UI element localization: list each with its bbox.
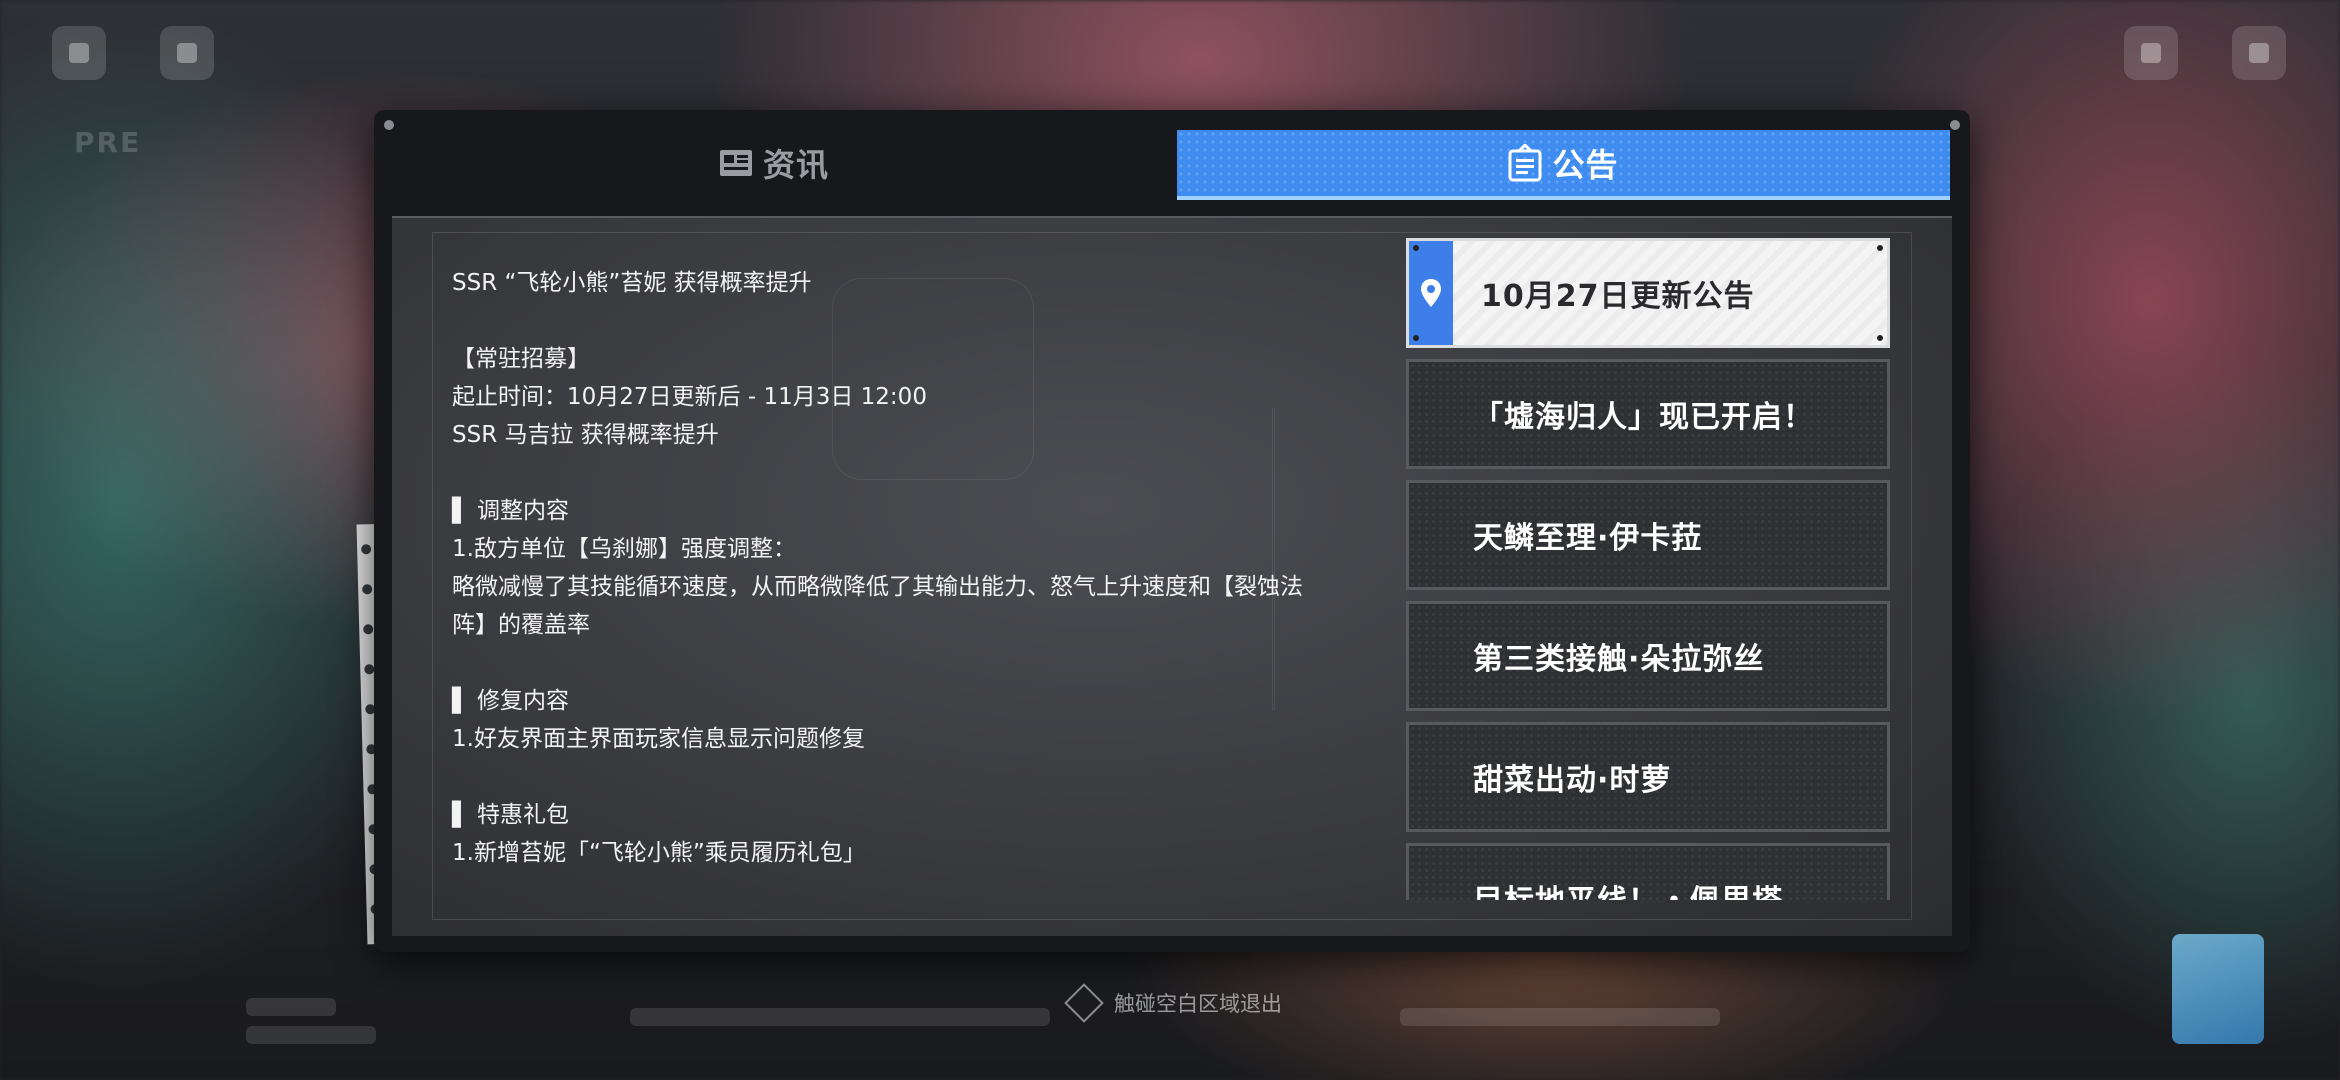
exit-hint-label: 触碰空白区域退出 — [1114, 992, 1282, 1016]
article-line — [452, 758, 1382, 796]
info-diamond-icon — [1064, 983, 1104, 1023]
announcement-item-label: 甜菜出动·时萝 — [1473, 763, 1672, 798]
article-line: 【常驻招募】 — [452, 346, 590, 372]
location-pin-icon — [1409, 241, 1453, 345]
blurred-hud-text — [630, 1008, 1050, 1026]
announcement-item[interactable]: 天鳞至理·伊卡菈 — [1406, 480, 1890, 590]
clipboard-icon — [1508, 144, 1542, 182]
article-line — [452, 302, 1382, 340]
article-line: 1.新增苔妮「“飞轮小熊”乘员履历礼包」 — [452, 840, 866, 866]
announcement-item[interactable]: 「墟海归人」现已开启！ — [1406, 359, 1890, 469]
article-line: 1.好友界面主界面玩家信息显示问题修复 — [452, 726, 865, 752]
announcement-item-update[interactable]: 10月27日更新公告 — [1406, 238, 1890, 348]
article-section-heading: ▌ 调整内容 — [452, 498, 569, 524]
announcement-list[interactable]: 10月27日更新公告 「墟海归人」现已开启！ 天鳞至理·伊卡菈 第三类接触·朵拉… — [1406, 238, 1890, 900]
blurred-hud-text — [1400, 1008, 1720, 1026]
article-section-heading: ▌ 修复内容 — [452, 688, 569, 714]
tab-bar: 资讯 公告 — [374, 130, 1970, 202]
top-left-menu-icon — [52, 26, 106, 80]
background-watermark: PRE — [74, 126, 142, 159]
tab-news[interactable]: 资讯 — [394, 130, 1154, 196]
blurred-hud-text — [246, 1026, 376, 1044]
blurred-hud-text — [246, 998, 336, 1016]
announcement-item-label: 10月27日更新公告 — [1481, 279, 1755, 314]
top-right-mail-icon — [2124, 26, 2178, 80]
announcement-item[interactable]: 第三类接触·朵拉弥丝 — [1406, 601, 1890, 711]
exit-hint: 触碰空白区域退出 — [1064, 983, 1282, 1023]
article-line: 起止时间：10月27日更新后 - 11月3日 12:00 — [452, 384, 927, 410]
tab-news-label: 资讯 — [762, 146, 829, 184]
announcement-item-label: 第三类接触·朵拉弥丝 — [1473, 642, 1765, 677]
rivet — [384, 120, 394, 130]
article-line — [452, 644, 1382, 682]
announcement-item-label: 目标地平线！・佩里塔 — [1473, 876, 1783, 900]
announcement-item-label: 天鳞至理·伊卡菈 — [1473, 521, 1703, 556]
announcement-body[interactable]: SSR “飞轮小熊”苔妮 获得概率提升 【常驻招募】 起止时间：10月27日更新… — [452, 264, 1382, 872]
announcement-item-label: 「墟海归人」现已开启！ — [1473, 400, 1814, 435]
newspaper-icon — [719, 150, 752, 176]
tab-notice[interactable]: 公告 — [1177, 130, 1950, 200]
blurred-side-badge — [2172, 934, 2264, 1044]
article-line: SSR 马吉拉 获得概率提升 — [452, 422, 719, 448]
announcement-item[interactable]: 甜菜出动·时萝 — [1406, 722, 1890, 832]
article-line: 略微减慢了其技能循环速度，从而略微降低了其输出能力、怒气上升速度和【裂蚀法 — [452, 574, 1303, 600]
top-left-action-icon — [160, 26, 214, 80]
article-line: 阵】的覆盖率 — [452, 612, 590, 638]
article-line: SSR “飞轮小熊”苔妮 获得概率提升 — [452, 270, 812, 296]
rivet — [1950, 120, 1960, 130]
announcement-item[interactable]: 目标地平线！・佩里塔 — [1406, 843, 1890, 900]
article-line — [452, 454, 1382, 492]
article-section-heading: ▌ 特惠礼包 — [452, 802, 569, 828]
article-line: 1.敌方单位【乌刹娜】强度调整： — [452, 536, 796, 562]
top-right-notice-icon — [2232, 26, 2286, 80]
tab-notice-label: 公告 — [1552, 146, 1619, 184]
